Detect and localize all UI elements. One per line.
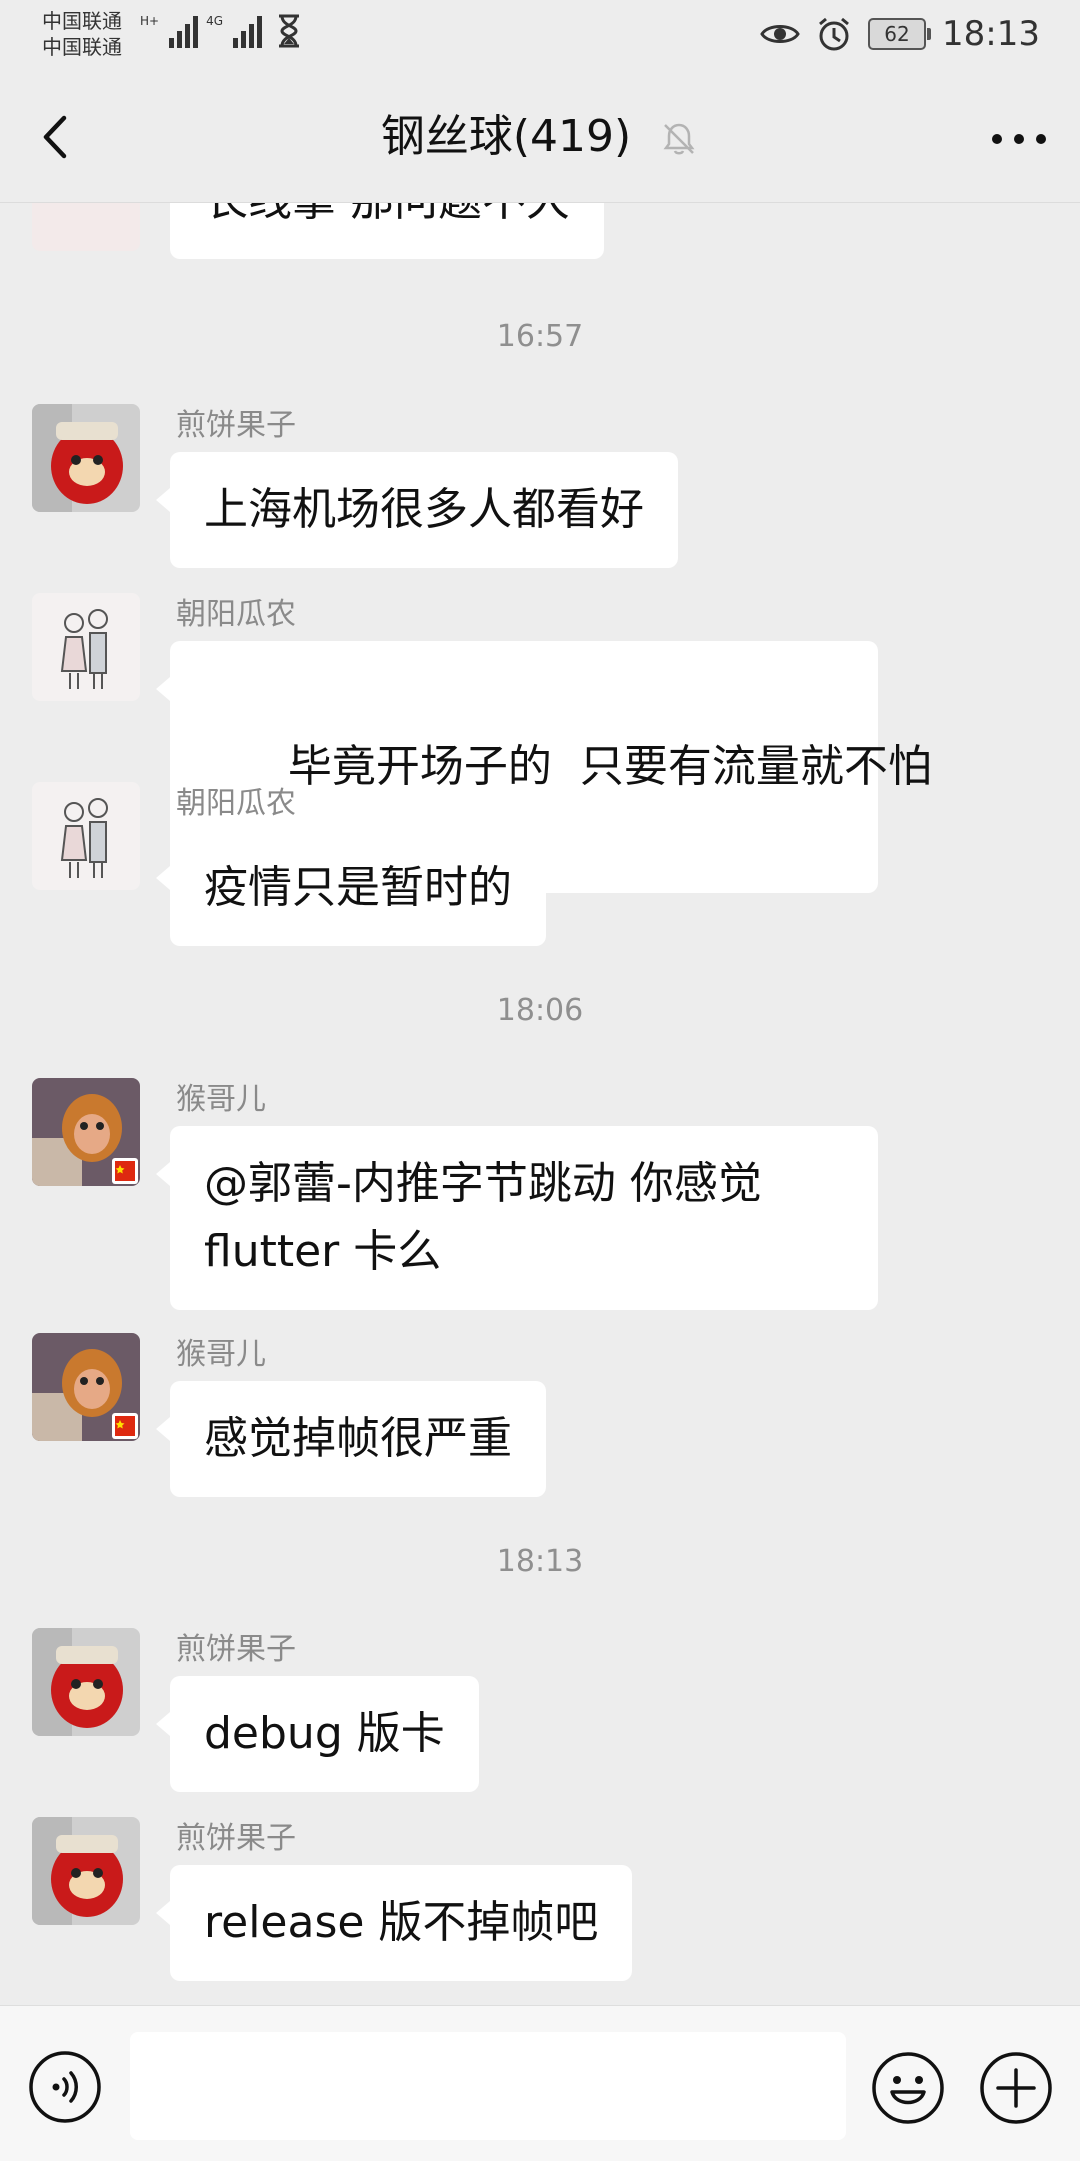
sender-name: 煎饼果子 <box>176 408 296 443</box>
timestamp: 16:57 <box>496 319 584 354</box>
sender-name: 猴哥儿 <box>176 1337 266 1372</box>
sender-name: 朝阳瓜农 <box>176 786 296 821</box>
sender-name: 猴哥儿 <box>176 1082 266 1117</box>
message-bubble[interactable]: debug 版卡 <box>156 1676 479 1792</box>
timestamp: 18:06 <box>496 993 584 1028</box>
network-type-2: 4G <box>206 14 224 28</box>
chat-title: 钢丝球(419) <box>380 111 632 162</box>
network-type-1: H+ <box>140 14 160 28</box>
clock: 18:13 <box>942 14 1040 54</box>
message-text: 疫情只是暂时的 <box>204 862 512 913</box>
status-right: 62 18:13 <box>760 14 1040 54</box>
message-bubble[interactable]: 上海机场很多人都看好 <box>156 452 678 568</box>
sender-name: 煎饼果子 <box>176 1632 296 1667</box>
message-text: 长线拿 那问题不大 <box>204 203 570 226</box>
battery-icon: 62 <box>868 18 932 50</box>
signal-icon <box>169 14 199 48</box>
message-text: debug 版卡 <box>204 1708 445 1759</box>
red-dog-avatar[interactable] <box>32 404 140 512</box>
battery-level: 62 <box>884 22 910 46</box>
message-bubble[interactable]: 疫情只是暂时的 <box>156 830 546 946</box>
carrier-1: 中国联通 <box>42 9 122 33</box>
message-bubble[interactable]: 感觉掉帧很严重 <box>156 1381 546 1497</box>
status-bar: 中国联通 中国联通 H+ 4G 62 18:13 <box>0 0 1080 72</box>
emoji-button[interactable] <box>870 2050 946 2126</box>
chat-message-list[interactable]: 长线拿 那问题不大 16:57 煎饼果子 上海机场很多人都看好 <box>0 203 1080 2003</box>
red-dog-avatar[interactable] <box>32 1628 140 1736</box>
avatar[interactable] <box>32 203 140 251</box>
chat-header: 钢丝球(419) <box>0 72 1080 203</box>
message-text: 感觉掉帧很严重 <box>204 1413 512 1464</box>
couple-sketch-avatar[interactable] <box>32 593 140 701</box>
mute-bell-icon <box>663 123 695 155</box>
message-text: @郭蕾-内推字节跳动 你感觉 flutter 卡么 <box>204 1158 762 1277</box>
message-text: 上海机场很多人都看好 <box>204 484 644 535</box>
message-bubble[interactable]: @郭蕾-内推字节跳动 你感觉 flutter 卡么 <box>156 1126 878 1310</box>
sender-name: 朝阳瓜农 <box>176 597 296 632</box>
eye-icon <box>760 25 800 43</box>
more-actions-plus-button[interactable] <box>978 2050 1054 2126</box>
network-indicators: H+ 4G <box>140 14 302 48</box>
monkey-king-avatar[interactable] <box>32 1078 140 1186</box>
carrier-2: 中国联通 <box>42 35 122 59</box>
message-text: release 版不掉帧吧 <box>204 1897 599 1948</box>
timestamp: 18:13 <box>496 1544 584 1579</box>
monkey-king-avatar[interactable] <box>32 1333 140 1441</box>
message-bubble[interactable]: release 版不掉帧吧 <box>155 1865 633 1981</box>
alarm-icon <box>819 17 849 51</box>
hourglass-icon <box>279 14 300 48</box>
message-text-input[interactable] <box>130 2032 846 2140</box>
sender-name: 煎饼果子 <box>176 1821 296 1856</box>
title-wrap: 钢丝球(419) <box>0 108 1080 166</box>
carrier-labels: 中国联通 中国联通 <box>42 8 122 60</box>
red-dog-avatar[interactable] <box>32 1817 140 1925</box>
signal-icon-2 <box>233 14 263 48</box>
message-text: 毕竟开场子的 只要有流量就不怕 <box>287 741 932 792</box>
message-input-bar <box>0 2005 1080 2161</box>
message-bubble[interactable]: 长线拿 那问题不大 <box>170 203 604 259</box>
voice-input-button[interactable] <box>28 2050 102 2124</box>
more-options-button[interactable] <box>986 114 1052 164</box>
couple-sketch-avatar[interactable] <box>32 782 140 890</box>
